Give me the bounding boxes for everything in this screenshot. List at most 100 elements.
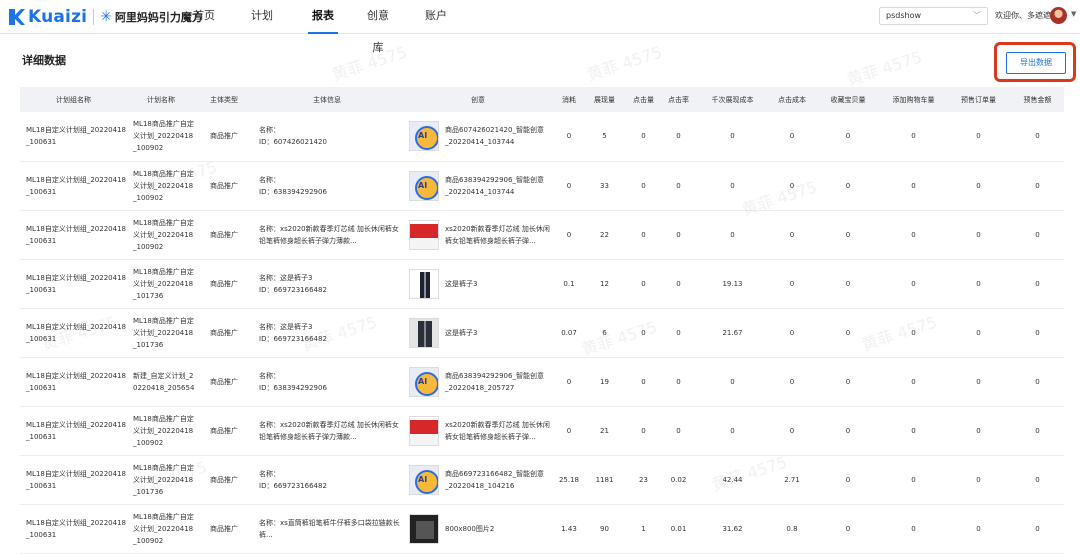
metric-cell-cpc: 2.71: [769, 455, 815, 505]
nav-reports[interactable]: 报表: [308, 0, 338, 34]
column-header: 添加购物车量: [881, 87, 946, 112]
metric-cell-fav: 0: [815, 406, 881, 456]
subject-type-cell: 商品推广: [195, 357, 253, 407]
metric-cell-cpc: 0: [769, 308, 815, 358]
plan-name-cell: ML18商品推广自定义计划_20220418_100902: [127, 210, 195, 260]
metric-cell-ctr: 0: [661, 308, 696, 358]
metric-cell-cost: 0.07: [555, 308, 583, 358]
subject-type-cell: 商品推广: [195, 112, 253, 162]
nav-account[interactable]: 账户: [425, 0, 447, 34]
metric-cell-clicks: 1: [626, 504, 661, 554]
avatar-chevron-down-icon[interactable]: ▼: [1071, 10, 1076, 18]
creative-name: 这是裤子3: [445, 328, 478, 337]
plan-name-cell: 新建_自定义计划_20220418_205654: [127, 357, 195, 407]
table-row[interactable]: ML18自定义计划组_20220418_100631 ML18商品推广自定义计划_…: [20, 161, 1064, 211]
creative-thumbnail[interactable]: AI: [409, 464, 439, 495]
avatar[interactable]: [1050, 7, 1067, 24]
table-row[interactable]: ML18自定义计划组_20220418_100631 ML18商品推广自定义计划_…: [20, 210, 1064, 260]
nav-plans[interactable]: 计划: [251, 0, 273, 34]
metric-cell-impr: 5: [583, 112, 626, 162]
metric-cell-impr: 6: [583, 308, 626, 358]
subject-type-cell: 商品推广: [195, 406, 253, 456]
metric-cell-fav: 0: [815, 259, 881, 309]
metric-cell-pre-amount: 0: [1011, 161, 1064, 211]
metric-cell-cart: 0: [881, 308, 946, 358]
metric-cell-fav: 0: [815, 161, 881, 211]
subject-type-cell: 商品推广: [195, 504, 253, 554]
nav-creative-library[interactable]: 创意库: [363, 0, 393, 54]
metric-cell-cost: 0: [555, 112, 583, 162]
watermark-text: 黄菲 4575: [584, 42, 665, 85]
table-row[interactable]: ML18自定义计划组_20220418_100631 ML18商品推广自定义计划_…: [20, 406, 1064, 456]
table-row[interactable]: ML18自定义计划组_20220418_100631 ML18商品推广自定义计划_…: [20, 112, 1064, 162]
plan-group-name-cell: ML18自定义计划组_20220418_100631: [20, 308, 127, 358]
metric-cell-clicks: 0: [626, 357, 661, 407]
creative-thumbnail[interactable]: AI: [409, 170, 439, 201]
metric-cell-clicks: 23: [626, 455, 661, 505]
logo-text: Kuaizi: [28, 7, 88, 27]
column-header: 收藏宝贝量: [815, 87, 881, 112]
column-header: 预售订单量: [946, 87, 1011, 112]
metric-cell-fav: 0: [815, 308, 881, 358]
creative-cell: AI 商品607426021420_智能创意_20220414_103744: [401, 112, 555, 162]
table-row[interactable]: ML18自定义计划组_20220418_100631 新建_自定义计划_20220…: [20, 357, 1064, 407]
metric-cell-cart: 0: [881, 406, 946, 456]
metric-cell-fav: 0: [815, 112, 881, 162]
table-header-row: 计划组名称 计划名称 主体类型 主体信息 创意 消耗 展现量 点击量 点击率 千次展现成本 点击成本…: [20, 87, 1064, 112]
account-select[interactable]: psdshow ﹀: [879, 7, 988, 25]
metric-cell-cart: 0: [881, 357, 946, 407]
creative-name: 商品638394292906_智能创意_20220418_205727: [445, 371, 544, 392]
plan-group-name-cell: ML18自定义计划组_20220418_100631: [20, 112, 127, 162]
subject-info-cell: 名称： ID：607426021420: [253, 112, 401, 162]
partner-text: 阿里妈妈引力魔方: [114, 11, 203, 24]
watermark-text: 黄菲 4575: [844, 47, 925, 90]
plan-name-cell: ML18商品推广自定义计划_20220418_100902: [127, 504, 195, 554]
metric-cell-impr: 33: [583, 161, 626, 211]
export-data-button[interactable]: 导出数据: [1006, 52, 1066, 74]
creative-thumbnail[interactable]: AI: [409, 366, 439, 397]
subject-info-cell: 名称：xs2020新款春季灯芯绒 加长休闲裤女铅笔裤修身超长裤子弹力薄款...: [253, 210, 401, 260]
creative-thumbnail[interactable]: [409, 415, 439, 446]
nav-home[interactable]: 首页: [193, 0, 215, 34]
column-header: 主体类型: [195, 87, 253, 112]
plan-name-cell: ML18商品推广自定义计划_20220418_101736: [127, 455, 195, 505]
creative-cell: AI 商品669723166482_智能创意_20220418_104216: [401, 455, 555, 505]
creative-thumbnail[interactable]: [409, 219, 439, 250]
metric-cell-cost: 0: [555, 357, 583, 407]
creative-cell: 800x800图片2: [401, 504, 555, 554]
plan-group-name-cell: ML18自定义计划组_20220418_100631: [20, 406, 127, 456]
metric-cell-cpc: 0: [769, 406, 815, 456]
main-nav: 首页 计划 报表 创意库 账户: [193, 0, 447, 54]
subject-type-cell: 商品推广: [195, 259, 253, 309]
plan-name-cell: ML18商品推广自定义计划_20220418_101736: [127, 259, 195, 309]
metric-cell-pre-orders: 0: [946, 455, 1011, 505]
creative-name: 这是裤子3: [445, 279, 478, 288]
plan-name-cell: ML18商品推广自定义计划_20220418_100902: [127, 112, 195, 162]
metric-cell-fav: 0: [815, 357, 881, 407]
table-row[interactable]: ML18自定义计划组_20220418_100631 ML18商品推广自定义计划_…: [20, 259, 1064, 309]
creative-cell: AI 商品638394292906_智能创意_20220418_205727: [401, 357, 555, 407]
subject-info-cell: 名称： ID：638394292906: [253, 161, 401, 211]
creative-thumbnail[interactable]: [409, 513, 439, 544]
kuaizi-logo[interactable]: Kuaizi ✳ 阿里妈妈引力魔方: [8, 6, 203, 28]
creative-name: 商品638394292906_智能创意_20220414_103744: [445, 175, 544, 196]
column-header: 消耗: [555, 87, 583, 112]
subject-type-cell: 商品推广: [195, 455, 253, 505]
plan-group-name-cell: ML18自定义计划组_20220418_100631: [20, 455, 127, 505]
creative-thumbnail[interactable]: [409, 317, 439, 348]
plan-name-cell: ML18商品推广自定义计划_20220418_100902: [127, 406, 195, 456]
top-bar: Kuaizi ✳ 阿里妈妈引力魔方 首页 计划 报表 创意库 账户 psdsho…: [0, 0, 1080, 54]
table-row[interactable]: ML18自定义计划组_20220418_100631 ML18商品推广自定义计划_…: [20, 504, 1064, 554]
metric-cell-pre-amount: 0: [1011, 308, 1064, 358]
table-row[interactable]: ML18自定义计划组_20220418_100631 ML18商品推广自定义计划_…: [20, 308, 1064, 358]
metric-cell-impr: 21: [583, 406, 626, 456]
column-header: 点击成本: [769, 87, 815, 112]
metric-cell-cpm: 0: [696, 161, 769, 211]
plan-group-name-cell: ML18自定义计划组_20220418_100631: [20, 259, 127, 309]
metric-cell-cpc: 0: [769, 210, 815, 260]
metric-cell-ctr: 0: [661, 357, 696, 407]
metric-cell-clicks: 0: [626, 112, 661, 162]
table-row[interactable]: ML18自定义计划组_20220418_100631 ML18商品推广自定义计划_…: [20, 455, 1064, 505]
creative-thumbnail[interactable]: AI: [409, 121, 439, 152]
creative-thumbnail[interactable]: [409, 268, 439, 299]
